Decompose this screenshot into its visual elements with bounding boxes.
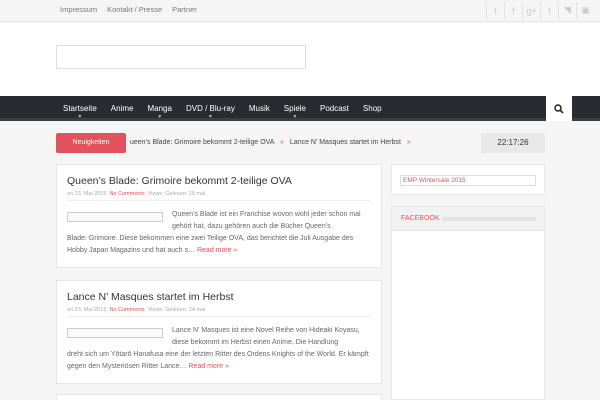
chevron-right-icon: » — [280, 139, 284, 146]
image-icon[interactable]: ▣ — [576, 2, 594, 19]
social-icons: t f g+ t ◥ ▣ — [486, 2, 594, 19]
nav-item-manga[interactable]: Manga ▼ — [140, 96, 178, 121]
search-button[interactable] — [546, 96, 572, 121]
header-banner-placeholder — [56, 45, 306, 69]
read-more-link[interactable]: Read more » — [188, 363, 228, 370]
post-comments[interactable]: No Comments — [109, 191, 144, 197]
twitter-icon[interactable]: t — [486, 2, 504, 19]
post-title[interactable]: Queen’s Blade: Grimoire bekommt 2-teilig… — [67, 175, 292, 187]
post-excerpt-continued: dreht sich um Yōtarō Hanafusa eine der l… — [67, 351, 369, 370]
tumblr-icon[interactable]: t — [540, 2, 558, 19]
divider — [67, 316, 371, 317]
widget-banner[interactable]: EMP Wintersale 2015 — [400, 175, 536, 186]
nav-items: Startseite ▼ Anime Manga ▼ DVD / Blu-ray ▼ … — [56, 96, 389, 121]
nav-item-anime[interactable]: Anime — [104, 96, 141, 121]
post-excerpt: Queen’s Blade ist ein Franchise wovon wo… — [172, 211, 361, 230]
post-excerpt: Lance N’ Masques ist eine Novel Reihe vo… — [172, 327, 360, 346]
post-thumbnail[interactable] — [67, 212, 163, 222]
top-link-impressum[interactable]: Impressum — [60, 5, 97, 14]
chevron-right-icon: » — [406, 139, 411, 146]
top-links: Impressum Kontakt / Presse Partner — [60, 5, 197, 14]
sidebar-widget: EMP Wintersale 2015 — [391, 164, 545, 195]
chevron-down-icon: ▼ — [157, 114, 163, 120]
post-title[interactable]: Lance N’ Masques startet im Herbst — [67, 291, 234, 303]
nav-item-podcast[interactable]: Podcast — [313, 96, 356, 121]
post-card: Queen’s Blade: Grimoire bekommt 2-teilig… — [56, 164, 382, 268]
post-card: Lance N’ Masques startet im Herbst on 23… — [56, 280, 382, 384]
widget-header-line — [442, 217, 536, 221]
ticker-item[interactable]: ueen’s Blade: Grimoire bekommt 2-teilige… — [130, 139, 274, 146]
facebook-icon[interactable]: f — [504, 2, 522, 19]
post-comments[interactable]: No Comments — [109, 307, 144, 313]
rss-icon[interactable]: ◥ — [558, 2, 576, 19]
site-header — [0, 23, 600, 96]
main-nav: Startseite ▼ Anime Manga ▼ DVD / Blu-ray ▼ … — [0, 96, 600, 121]
nav-item-shop[interactable]: Shop — [356, 96, 389, 121]
chevron-down-icon: ▼ — [77, 114, 83, 120]
top-link-partner[interactable]: Partner — [172, 5, 197, 14]
ticker-text: ueen’s Blade: Grimoire bekommt 2-teilige… — [130, 133, 415, 153]
ticker-item[interactable]: Lance N’ Masques startet im Herbst — [290, 139, 401, 146]
chevron-down-icon: ▼ — [292, 114, 298, 120]
post-views: Views: Gelesen: 20 mal — [147, 191, 206, 197]
widget-header: FACEBOOK — [392, 207, 544, 231]
top-bar: Impressum Kontakt / Presse Partner t f g… — [0, 0, 600, 22]
top-link-kontakt[interactable]: Kontakt / Presse — [107, 5, 162, 14]
post-meta: on 23. Mai 2015 No Comments Views: Gelesen… — [67, 307, 205, 313]
news-ticker: Neuigkeiten ueen’s Blade: Grimoire bekom… — [56, 133, 545, 153]
search-icon — [554, 103, 564, 114]
divider — [67, 200, 371, 201]
nav-item-dvd-bluray[interactable]: DVD / Blu-ray ▼ — [179, 96, 242, 121]
post-card — [56, 394, 382, 400]
post-views: Views: Gelesen: 24 mal — [147, 307, 206, 313]
post-date: on 23. Mai 2015 — [67, 191, 107, 197]
post-meta: on 23. Mai 2015 No Comments Views: Gelesen… — [67, 191, 205, 197]
nav-item-startseite[interactable]: Startseite ▼ — [56, 96, 104, 121]
nav-item-musik[interactable]: Musik — [242, 96, 277, 121]
nav-item-spiele[interactable]: Spiele ▼ — [277, 96, 313, 121]
post-excerpt-continued: Blade: Grimoire. Diese bekommen eine zwe… — [67, 235, 354, 254]
ticker-clock: 22:17:26 — [481, 133, 545, 153]
ticker-label: Neuigkeiten — [56, 133, 126, 153]
google-plus-icon[interactable]: g+ — [522, 2, 540, 19]
widget-title: FACEBOOK — [401, 215, 440, 222]
facebook-widget: FACEBOOK — [391, 206, 545, 400]
post-date: on 23. Mai 2015 — [67, 307, 107, 313]
chevron-down-icon: ▼ — [207, 114, 213, 120]
post-thumbnail[interactable] — [67, 328, 163, 338]
read-more-link[interactable]: Read more » — [197, 247, 237, 254]
